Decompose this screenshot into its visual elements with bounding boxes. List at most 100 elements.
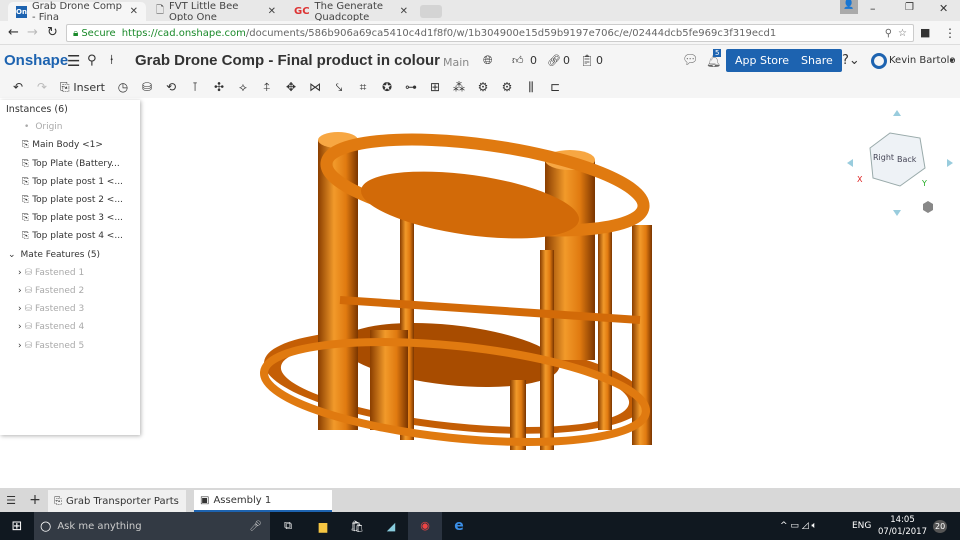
share-button[interactable]: Share [792,49,842,72]
mate-item[interactable]: › ⛁ Fastened 5 [0,336,140,354]
view-cube[interactable]: Right Back X Y [845,108,955,218]
cylindrical-mate-icon[interactable]: ⟡ [231,80,255,95]
fastened-mate-icon[interactable]: ⛁ [135,80,159,94]
ball-mate-icon[interactable]: ✥ [279,80,303,94]
insert-button[interactable]: ⎘ Insert [54,80,111,95]
notification-badge: 5 [713,49,722,57]
drone-assembly-model[interactable] [0,98,960,488]
planar-mate-icon[interactable]: ✣ [207,80,231,94]
onshape-logo[interactable]: Onshape [4,52,68,69]
edge-icon[interactable]: e [442,518,476,534]
help-icon[interactable]: ?⌄ [842,53,860,68]
slider-mate-icon[interactable]: ⊺ [183,80,207,94]
user-menu[interactable]: Kevin Bartolo [889,55,955,66]
copy-icon[interactable]: 📋︎ [580,54,594,67]
mate-label: Fastened 2 [35,285,85,296]
app-icon[interactable]: ◢ [374,520,408,533]
task-view-icon[interactable]: ⧉ [270,519,306,533]
star-icon[interactable]: ☆ [898,28,907,39]
mate-connector-icon[interactable]: ⌗ [351,80,375,95]
instance-item[interactable]: ⎘ Top Plate (Battery... [0,155,140,173]
close-tab-icon[interactable]: ✕ [130,6,138,17]
rack-pinion-icon[interactable]: ⚙ [495,80,519,94]
close-window-button[interactable]: ✕ [939,2,948,15]
add-tab-icon[interactable]: + [22,492,48,508]
insert-element-icon[interactable]: ⍿ [110,53,113,68]
chrome-icon[interactable]: ◉ [408,512,442,540]
browser-tab-1[interactable]: On Grab Drone Comp - Fina ✕ [8,1,146,23]
view-cube-right[interactable]: Right [873,153,894,162]
search-box[interactable]: ○ Ask me anything 🎤︎ [34,512,270,540]
revolute-mate-icon[interactable]: ⟲ [159,80,183,94]
gear-relation-icon[interactable]: ⚙ [471,80,495,94]
replicate-icon[interactable]: ⊞ [423,80,447,94]
close-tab-icon[interactable]: ✕ [400,6,408,17]
url-path: /documents/586b906a69ca5410c4d1f8f0/w/1b… [245,27,777,39]
pin-slot-mate-icon[interactable]: ⍏ [255,80,279,95]
restore-button[interactable]: ❐ [905,2,914,13]
close-tab-icon[interactable]: ✕ [268,6,276,17]
mate-item[interactable]: › ⛁ Fastened 2 [0,282,140,300]
feature-tree-panel: Instances (6) • Origin ⎘ Main Body <1> ⎘… [0,100,140,435]
document-title[interactable]: Grab Drone Comp - Final product in colou… [135,52,440,69]
mate-item[interactable]: › ⛁ Fastened 3 [0,300,140,318]
mic-icon[interactable]: 🎤︎ [249,521,262,532]
origin-item[interactable]: • Origin [0,118,140,136]
url-input[interactable]: 🔒︎ Secure https://cad.onshape.com/docume… [66,24,914,42]
tab-manager-icon[interactable]: ☰ [0,494,22,507]
back-icon[interactable]: ← [8,25,19,40]
mates-header-label: Mate Features (5) [20,249,101,260]
mate-features-header[interactable]: ⌄ Mate Features (5) [0,246,140,264]
tray-icons[interactable]: ^ ▭ ◿ 🔈︎ [780,521,817,531]
instance-item[interactable]: ⎘ Top plate post 4 <... [0,227,140,245]
menu-kebab-icon[interactable]: ⋮ [944,26,956,40]
instance-item[interactable]: ⎘ Top plate post 3 <... [0,209,140,227]
screw-icon[interactable]: ⫼ [519,80,543,95]
start-icon[interactable]: ⊞ [0,519,34,534]
action-center-icon[interactable]: 20 [933,519,948,533]
extension-icon[interactable]: ■ [920,26,930,39]
profile-icon[interactable]: 👤 [840,0,858,14]
mate-item[interactable]: › ⛁ Fastened 1 [0,264,140,282]
view-cube-back[interactable]: Back [897,155,917,164]
feature-list-icon[interactable]: ⚲ [87,53,97,68]
tab-grab-transporter-parts[interactable]: ⎘ Grab Transporter Parts [48,490,186,512]
store-icon[interactable]: 🛍︎ [340,520,374,533]
undo-icon[interactable]: ↶ [6,80,30,94]
link-icon[interactable]: 🔗︎ [547,54,561,67]
language-indicator[interactable]: ENG [852,521,871,531]
history-icon[interactable]: ◷ [111,80,135,94]
mate-item[interactable]: › ⛁ Fastened 4 [0,318,140,336]
new-tab-button[interactable] [420,5,442,18]
comments-icon[interactable]: 💬︎ [682,53,699,68]
pattern-icon[interactable]: ⁂ [447,80,471,94]
instance-item[interactable]: ⎘ Main Body <1> [0,136,140,154]
relation-icon[interactable]: ⊶ [399,80,423,94]
view-mode-icon[interactable] [923,201,933,213]
clock[interactable]: 14:05 07/01/2017 [878,514,927,538]
reload-icon[interactable]: ↻ [47,25,58,40]
app-store-button[interactable]: App Store [726,49,799,72]
graphics-viewport[interactable]: Right Back X Y [0,98,960,488]
linear-relation-icon[interactable]: ⊏ [543,80,567,94]
instance-item[interactable]: ⎘ Top plate post 1 <... [0,173,140,191]
file-explorer-icon[interactable]: ▆ [306,520,340,533]
instance-item[interactable]: ⎘ Top plate post 2 <... [0,191,140,209]
y-axis-label: Y [921,179,927,188]
hamburger-menu-icon[interactable]: ☰ [67,52,80,70]
redo-icon[interactable]: ↷ [30,80,54,94]
browser-tab-3[interactable]: GC The Generate Quadcopte ✕ [286,1,416,23]
public-globe-icon[interactable]: 🌐︎ [483,53,493,68]
key-icon[interactable]: ⚲ [885,28,892,39]
instances-header[interactable]: Instances (6) [0,100,140,118]
branch-label[interactable]: Main [443,56,469,69]
avatar[interactable] [871,52,887,69]
tab-assembly-1[interactable]: ▣ Assembly 1 [194,490,332,512]
group-icon[interactable]: ✪ [375,80,399,94]
browser-tab-2[interactable]: 🗋 FVT Little Bee Opto One ✕ [148,1,284,23]
minimize-button[interactable]: – [870,2,876,15]
parallel-mate-icon[interactable]: ⋈ [303,80,327,94]
like-icon[interactable]: 👍︎ [512,54,524,67]
forward-icon[interactable]: → [27,25,38,40]
tangent-mate-icon[interactable]: ⤥ [327,80,351,95]
